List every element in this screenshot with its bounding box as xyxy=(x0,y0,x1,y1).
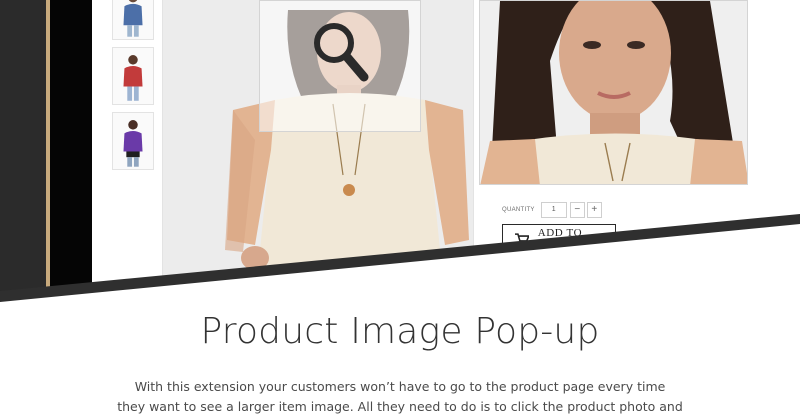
thumbnail-column xyxy=(92,0,162,300)
quantity-row: QUANTITY 1 − + xyxy=(502,201,604,218)
product-page-screen: QUANTITY 1 − + ADD TO CART xyxy=(92,0,800,300)
thumbnail-image xyxy=(123,0,143,37)
quantity-label: QUANTITY xyxy=(502,206,535,213)
feature-title: Product Image Pop-up xyxy=(200,311,600,352)
stage: QUANTITY 1 − + ADD TO CART Product Image… xyxy=(0,0,800,415)
thumbnail-purple-top[interactable] xyxy=(112,112,154,170)
main-product-image[interactable] xyxy=(162,0,474,300)
feature-description-line: they want to see a larger item image. Al… xyxy=(117,399,683,414)
add-to-cart-label: ADD TO CART xyxy=(537,227,583,251)
device-bezel xyxy=(50,0,92,300)
quantity-increment-button[interactable]: + xyxy=(586,201,602,218)
cart-icon xyxy=(515,233,529,245)
add-to-cart-button[interactable]: ADD TO CART xyxy=(502,224,616,254)
feature-description: With this extension your customers won’t… xyxy=(100,377,700,415)
zoomed-model-photo xyxy=(480,1,747,184)
zoom-preview-window xyxy=(479,0,748,185)
quantity-input[interactable]: 1 xyxy=(540,201,567,218)
zoom-lens[interactable] xyxy=(259,0,421,132)
thumbnail-red-top[interactable] xyxy=(112,47,154,105)
device-frame xyxy=(0,0,48,300)
quantity-decrement-button[interactable]: − xyxy=(569,201,585,218)
feature-description-line: With this extension your customers won’t… xyxy=(134,379,666,394)
magnifier-icon xyxy=(314,23,369,82)
thumbnail-image xyxy=(123,120,143,167)
thumbnail-blue-top[interactable] xyxy=(112,0,154,40)
thumbnail-image xyxy=(123,55,143,101)
